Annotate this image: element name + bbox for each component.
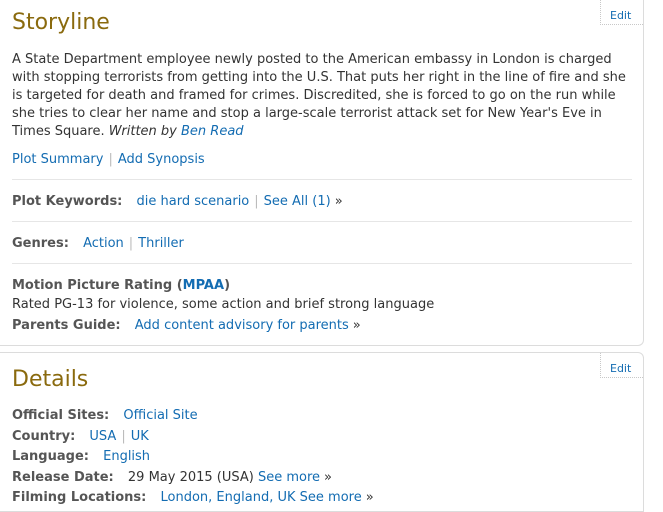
genres-label: Genres: [12,236,69,251]
author-link[interactable]: Ben Read [181,124,244,139]
genres-row: Genres: Action | Thriller [12,236,184,251]
release-date-row: Release Date: 29 May 2015 (USA) See more… [12,470,332,485]
storyline-summary: A State Department employee newly posted… [12,51,632,141]
storyline-summary-text: A State Department employee newly posted… [12,52,626,139]
raquo-icon: » [324,470,333,485]
divider [12,263,632,264]
storyline-panel: Edit Storyline A State Department employ… [0,0,644,346]
rating-text-row: Rated PG-13 for violence, some action an… [12,297,434,312]
storyline-edit-link[interactable]: Edit [610,9,631,22]
official-sites-label: Official Sites: [12,408,110,423]
keyword-link[interactable]: die hard scenario [137,194,250,209]
rating-label-prefix: Motion Picture Rating ( [12,278,183,293]
filming-locations-see-more-link[interactable]: See more [300,490,362,505]
country-row: Country: USA | UK [12,429,149,444]
country-link-usa[interactable]: USA [89,429,116,444]
country-label: Country: [12,429,76,444]
separator: | [128,236,134,251]
separator: | [108,152,113,167]
parents-guide-link[interactable]: Add content advisory for parents [135,318,349,333]
filming-locations-label: Filming Locations: [12,490,147,505]
parents-guide-label: Parents Guide: [12,318,121,333]
add-synopsis-link[interactable]: Add Synopsis [118,152,205,167]
genre-link-action[interactable]: Action [83,236,124,251]
language-row: Language: English [12,449,150,464]
separator: | [121,429,126,444]
plot-summary-link[interactable]: Plot Summary [12,152,103,167]
release-date-value: 29 May 2015 (USA) [127,470,254,485]
language-link[interactable]: English [103,449,150,464]
country-link-uk[interactable]: UK [131,429,149,444]
divider [12,179,632,180]
language-label: Language: [12,449,89,464]
release-date-label: Release Date: [12,470,114,485]
separator: | [254,194,259,209]
filming-locations-row: Filming Locations: London, England, UK S… [12,490,374,505]
details-heading: Details [12,367,89,392]
rating-heading-row: Motion Picture Rating (MPAA) [12,278,238,293]
mpaa-link[interactable]: MPAA [183,278,224,293]
parents-guide-row: Parents Guide: Add content advisory for … [12,318,361,333]
plot-keywords-row: Plot Keywords: die hard scenario | See All… [12,194,343,209]
storyline-edit-box: Edit [600,0,643,25]
raquo-icon: » [365,490,374,505]
genre-link-thriller[interactable]: Thriller [138,236,184,251]
written-by-label: Written by [108,124,177,139]
details-edit-box: Edit [600,353,643,378]
plot-links-row: Plot Summary | Add Synopsis [12,152,205,167]
raquo-icon: » [334,194,343,209]
see-all-keywords-link[interactable]: See All (1) [264,194,331,209]
plot-keywords-label: Plot Keywords: [12,194,123,209]
release-date-see-more-link[interactable]: See more [258,470,320,485]
raquo-icon: » [352,318,361,333]
divider [12,221,632,222]
official-sites-row: Official Sites: Official Site [12,408,198,423]
details-panel: Edit Details Official Sites: Official Si… [0,352,644,512]
official-site-link[interactable]: Official Site [123,408,197,423]
rating-label-suffix: ) [224,278,231,293]
details-edit-link[interactable]: Edit [610,362,631,375]
filming-location-link[interactable]: London, England, UK [161,490,296,505]
storyline-heading: Storyline [12,10,110,35]
rating-text: Rated PG-13 for violence, some action an… [12,297,435,312]
